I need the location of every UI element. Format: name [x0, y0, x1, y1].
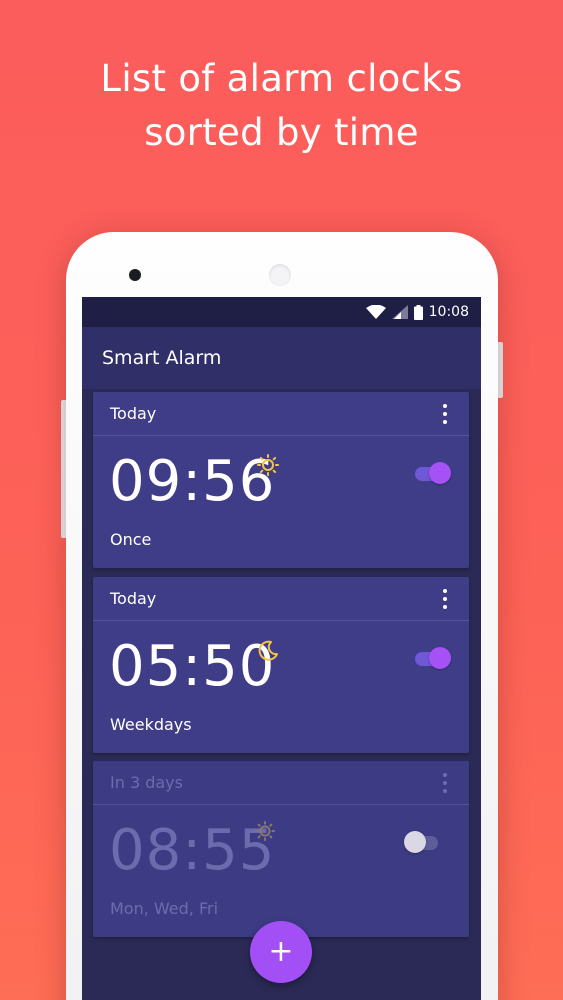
alarm-card[interactable]: In 3 days 08:55 Mon, Wed, Fri [93, 761, 469, 937]
more-vert-icon[interactable] [437, 403, 453, 424]
phone-screen: 10:08 Smart Alarm Today 09:56 Once Today… [82, 297, 481, 1000]
status-bar: 10:08 [82, 297, 481, 327]
alarm-toggle[interactable] [404, 831, 442, 853]
toggle-thumb [429, 647, 451, 669]
alarm-repeat-label: Mon, Wed, Fri [110, 899, 219, 918]
promo-headline: List of alarm clocks sorted by time [0, 52, 563, 160]
alarm-day-label: Today [110, 404, 157, 423]
proximity-sensor [269, 264, 291, 286]
alarm-day-label: In 3 days [110, 773, 183, 792]
alarm-time: 09:56 [109, 449, 276, 514]
alarm-repeat-label: Once [110, 530, 152, 549]
alarm-card-header: Today [93, 577, 469, 621]
alarm-time: 08:55 [109, 818, 276, 883]
plus-icon: + [268, 934, 294, 969]
status-time: 10:08 [428, 304, 469, 320]
headline-line-1: List of alarm clocks [100, 57, 463, 100]
alarm-time: 05:50 [109, 634, 276, 699]
battery-icon [413, 304, 423, 320]
toggle-thumb [404, 831, 426, 853]
alarm-repeat-label: Weekdays [110, 715, 192, 734]
more-vert-icon[interactable] [437, 588, 453, 609]
alarm-card-header: Today [93, 392, 469, 436]
app-title: Smart Alarm [102, 347, 222, 369]
alarm-toggle[interactable] [413, 647, 451, 669]
toggle-thumb [429, 462, 451, 484]
more-vert-icon[interactable] [437, 772, 453, 793]
app-bar: Smart Alarm [82, 327, 481, 389]
alarm-card[interactable]: Today 09:56 Once [93, 392, 469, 568]
headline-line-2: sorted by time [144, 111, 419, 154]
sun-icon [255, 821, 275, 841]
alarm-toggle[interactable] [413, 462, 451, 484]
front-camera [129, 269, 141, 281]
sun-icon [257, 454, 279, 476]
wifi-icon [365, 305, 386, 319]
moon-icon [258, 640, 278, 661]
alarm-card-header: In 3 days [93, 761, 469, 805]
cellular-signal-icon [391, 305, 408, 319]
alarm-day-label: Today [110, 589, 157, 608]
alarm-card[interactable]: Today 05:50 Weekdays [93, 577, 469, 753]
add-alarm-button[interactable]: + [250, 921, 312, 983]
